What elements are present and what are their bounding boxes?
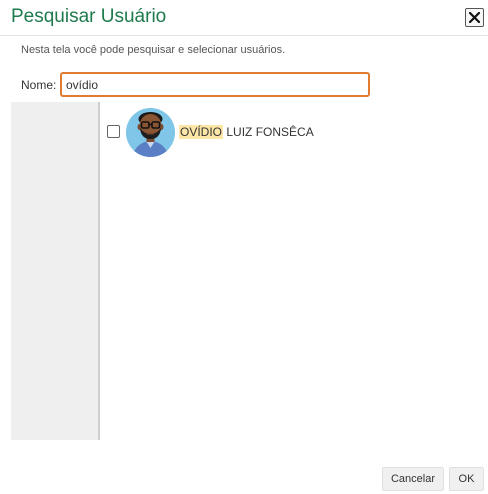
close-button[interactable] [465,8,484,27]
close-icon [469,12,480,23]
user-avatar-image [126,108,175,157]
filter-sidebar-panel [11,102,100,440]
user-name: OVÍDIO LUIZ FONSÊCA [179,125,314,139]
name-label: Nome: [21,78,57,92]
cancel-button[interactable]: Cancelar [382,467,444,491]
dialog-title: Pesquisar Usuário [11,6,167,27]
name-match-highlight: OVÍDIO [179,125,224,139]
avatar [126,108,175,157]
name-rest: LUIZ FONSÊCA [223,125,314,139]
ok-button[interactable]: OK [449,467,484,491]
list-item[interactable]: OVÍDIO LUIZ FONSÊCA [102,108,482,158]
search-user-dialog: Pesquisar Usuário Nesta tela você pode p… [0,0,488,494]
select-user-checkbox[interactable] [107,125,120,138]
dialog-description: Nesta tela você pode pesquisar e selecio… [21,44,286,56]
name-search-input[interactable] [60,72,370,97]
results-list: OVÍDIO LUIZ FONSÊCA [102,102,482,440]
dialog-titlebar: Pesquisar Usuário [0,0,488,36]
